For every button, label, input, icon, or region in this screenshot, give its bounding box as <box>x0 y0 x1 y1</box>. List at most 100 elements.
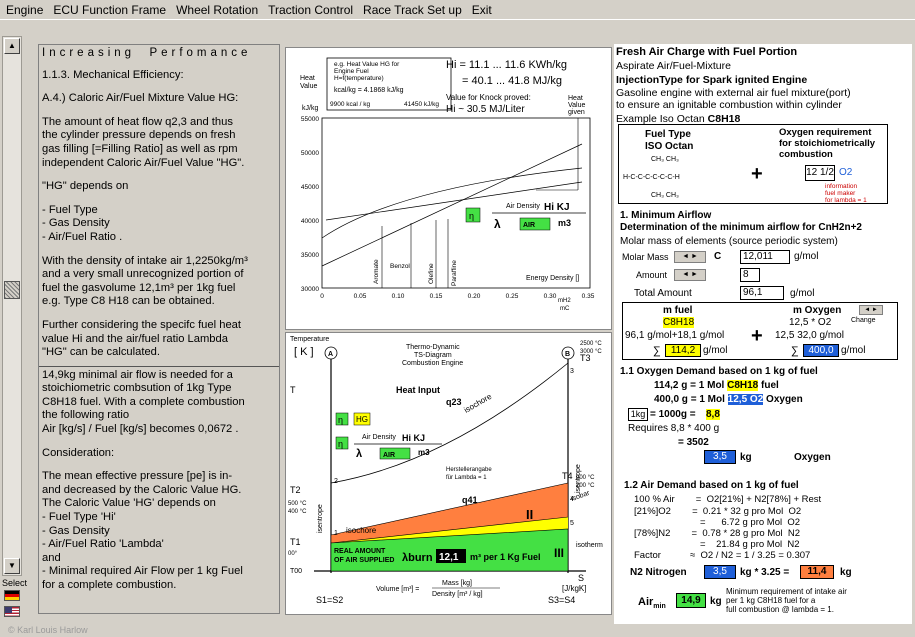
ts-title: Thermo-Dynamic <box>406 344 460 351</box>
us-flag-icon[interactable] <box>4 606 20 617</box>
temp-t00: T00 <box>290 568 302 575</box>
fuel-label-aromate: Aromate <box>373 259 380 284</box>
heat-curve-1 <box>321 143 583 267</box>
menu-traction-control[interactable]: Traction Control <box>263 0 358 20</box>
isotherm-label: isotherm <box>576 542 603 549</box>
temp-t2: T2 <box>290 485 301 495</box>
menu-race-track-set-up[interactable]: Race Track Set up <box>358 0 467 20</box>
real-amount-label: REAL AMOUNT <box>334 548 386 555</box>
point-5: 5 <box>570 520 574 527</box>
ts-diagram-svg: Temperature [ K ] Thermo-Dynamic TS-Diag… <box>288 336 603 605</box>
copyright-footer: © Karl Louis Harlow <box>8 625 88 635</box>
temp-note: 200 °C <box>576 483 595 489</box>
airmin-desc: per 1 kg C8H18 fuel for a <box>726 596 816 605</box>
german-flag-icon[interactable] <box>4 590 20 601</box>
y-tick: 35000 <box>301 252 319 259</box>
oxygen-calc-2: 12,5 32,0 g/mol <box>775 330 844 341</box>
hi-line-1: Hi = 11.1 ... 11.6 KWh/kg <box>446 59 567 71</box>
menu-engine[interactable]: Engine <box>0 0 48 20</box>
fuel-formula-h: H18 <box>675 317 695 328</box>
text-panel: Increasing Perfomance 1.1.3. Mechanical … <box>38 44 280 614</box>
menu-exit[interactable]: Exit <box>467 0 497 20</box>
formula-airmin: AIR <box>383 452 395 459</box>
menu-bar: Engine ECU Function Frame Wheel Rotation… <box>0 0 915 20</box>
o2-3502: = 3502 <box>678 437 709 448</box>
kg-box: 1kg <box>628 408 648 421</box>
paragraph: With the density of intake air 1,2250kg/… <box>42 254 248 308</box>
formula-lambda: λ <box>356 448 362 460</box>
temp-note: 400 °C <box>288 509 307 515</box>
hg-label: HG <box>356 415 368 424</box>
point-4: 4 <box>570 496 574 503</box>
temp-t4: T4 <box>562 471 573 481</box>
amount-value[interactable]: 8 <box>740 268 760 282</box>
kg-unit: kg <box>740 452 752 463</box>
point-2: 2 <box>334 478 338 485</box>
plus-icon: + <box>751 163 763 185</box>
n2-label: N2 Nitrogen <box>630 567 687 578</box>
paragraph: The mean effective pressure [pe] is in- … <box>42 470 243 591</box>
s3-label: S3=S4 <box>548 595 575 605</box>
svg-text:H-C-C-C-C-C-C-H: H-C-C-C-C-C-C-H <box>623 174 680 181</box>
point-b-label: B <box>565 351 570 358</box>
scroll-down-button[interactable]: ▼ <box>4 558 20 574</box>
molar-mass-value[interactable]: 12,011 <box>740 250 790 264</box>
y-label: Temperature <box>290 336 329 343</box>
y-axis-label: Heat <box>300 75 315 82</box>
air-demand-line: [78%]N2 = 0.78 * 28 g pro Mol N2 <box>634 528 801 539</box>
amount-stepper[interactable]: ◄ ► <box>674 269 706 281</box>
paragraph: Consideration: <box>42 446 115 459</box>
n2-result: 11,4 <box>800 565 834 579</box>
oxygen-sum: 400,0 <box>803 344 839 357</box>
gmol-unit: g/mol <box>703 345 728 356</box>
lambda-burn: λburn <box>402 552 433 564</box>
heat-value-given: Heat <box>568 95 583 102</box>
s1-label: S1=S2 <box>316 595 343 605</box>
temp-note: 500 °C <box>288 501 307 507</box>
airmin-desc: full combustion @ lambda = 1. <box>726 605 834 614</box>
formula-lambda: λ <box>494 217 501 231</box>
od-eq: = 1 <box>690 394 705 405</box>
molar-mass-stepper[interactable]: ◄ ► <box>674 251 706 263</box>
formula-m3: m3 <box>418 448 430 457</box>
scroll-thumb[interactable] <box>4 281 20 299</box>
molar-mass-unit: g/mol <box>794 251 819 262</box>
formula-hi: Hi KJ <box>544 202 570 213</box>
molar-mass-desc: Molar mass of elements (source periodic … <box>620 236 838 247</box>
od-mol: Mol <box>707 394 725 405</box>
element-c: C <box>714 251 722 262</box>
x-tick: 0.15 <box>430 293 443 300</box>
knock-label: Value for Knock proved: <box>446 93 531 102</box>
oxygen-label: Oxygen <box>794 452 831 463</box>
real-amount-label: OF AIR SUPPLIED <box>334 557 394 564</box>
x-tick: 0 <box>320 293 324 300</box>
herstellerangabe: für Lambda = 1 <box>446 475 487 481</box>
menu-wheel-rotation[interactable]: Wheel Rotation <box>171 0 263 20</box>
oxygen-demand-title: 1.1 Oxygen Demand based on 1 kg of fuel <box>620 366 818 377</box>
heat-input-label: Heat Input <box>396 385 440 395</box>
ts-title: Combustion Engine <box>402 360 463 367</box>
eta-symbol: η <box>469 211 474 221</box>
change-stepper[interactable]: ◄ ► <box>859 305 883 315</box>
q41-label: q41 <box>462 495 478 505</box>
y-tick: 50000 <box>301 150 319 157</box>
vertical-scrollbar[interactable]: ▲ ▼ <box>2 36 22 576</box>
x-tick: 0.30 <box>544 293 557 300</box>
box-title: e.g. Heat Value HG for <box>334 61 400 68</box>
fuel-sum: 114,2 <box>665 344 701 357</box>
knock-value: Hi ~ 30.5 MJ/Liter <box>446 104 525 115</box>
isentrope-label: isentrope <box>317 504 324 533</box>
kg-unit: kg <box>840 567 852 578</box>
min-airflow-desc: Determination of the minimum airflow for… <box>620 222 862 233</box>
od-mol: Mol <box>707 380 725 391</box>
air-demand-line: [21%]O2 = 0.21 * 32 g pro Mol O2 <box>634 506 802 517</box>
change-label: Change <box>851 317 876 324</box>
kg-mol: 8,8 <box>706 409 720 420</box>
eta-symbol: η <box>338 415 343 425</box>
menu-ecu-function-frame[interactable]: ECU Function Frame <box>48 0 171 20</box>
od-type: fuel <box>761 380 779 391</box>
svg-text:CH₃ CH₃: CH₃ CH₃ <box>651 192 679 199</box>
kg-unit: kg <box>710 596 722 607</box>
scroll-up-button[interactable]: ▲ <box>4 38 20 54</box>
formula-air-density: Air Density <box>362 434 396 441</box>
